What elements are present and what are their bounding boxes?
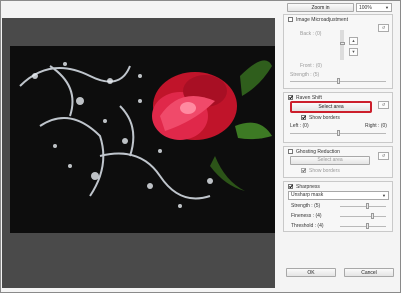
raven-left-label: Left : (0) [290, 123, 309, 129]
raven-shift-thumb[interactable] [337, 130, 340, 136]
arrow-up-icon[interactable]: ▲ [349, 37, 358, 45]
preview-area [2, 2, 275, 288]
raven-reset-icon[interactable]: ↺ [378, 101, 389, 109]
chevron-down-icon: ▼ [385, 5, 389, 10]
sharpness-checkbox[interactable] [288, 184, 293, 189]
front-label: Front : (0) [300, 63, 322, 69]
ghost-select-area-button[interactable]: Select area [290, 156, 370, 165]
raven-shift-checkbox[interactable] [288, 95, 293, 100]
sharpness-label: Sharpness [296, 184, 320, 190]
preview-top-strip [2, 2, 275, 18]
ghosting-reset-icon[interactable]: ↺ [378, 152, 389, 160]
sharp-threshold-slider[interactable] [340, 226, 386, 227]
cancel-button[interactable]: Cancel [344, 268, 394, 277]
zoom-level-value: 100% [359, 5, 372, 11]
zoom-in-button[interactable]: Zoom in [287, 3, 354, 12]
sharpness-mode-value: Unsharp mask [291, 192, 324, 198]
microadjustment-checkbox[interactable] [288, 17, 293, 22]
sharp-strength-slider[interactable] [340, 206, 386, 207]
ghost-show-borders-checkbox[interactable] [301, 168, 306, 173]
ghost-show-borders-label: Show borders [309, 168, 340, 174]
ok-button[interactable]: OK [286, 268, 336, 277]
microadjustment-reset-icon[interactable]: ↺ [378, 24, 389, 32]
sharp-strength-label: Strength : (5) [291, 203, 321, 209]
sharp-strength-thumb[interactable] [366, 203, 369, 209]
depth-slider-track[interactable] [340, 30, 344, 60]
preview-image[interactable] [10, 46, 275, 233]
rose-water-photo [10, 46, 275, 233]
sharp-threshold-thumb[interactable] [366, 223, 369, 229]
back-label: Back : (0) [300, 31, 322, 37]
micro-strength-label: Strength : (5) [290, 72, 320, 78]
zoom-level-select[interactable]: 100% ▼ [356, 3, 392, 12]
raven-show-borders-label: Show borders [309, 115, 340, 121]
ghosting-label: Ghosting Reduction [296, 149, 340, 155]
sharp-fineness-thumb[interactable] [371, 213, 374, 219]
microadjustment-label: Image Microadjustment [296, 17, 348, 23]
sharp-fineness-slider[interactable] [340, 216, 386, 217]
raven-right-label: Right : (0) [365, 123, 387, 129]
micro-strength-thumb[interactable] [337, 78, 340, 84]
raven-show-borders-checkbox[interactable] [301, 115, 306, 120]
chevron-down-icon: ▼ [382, 193, 386, 198]
sharp-fineness-label: Fineness : (4) [291, 213, 322, 219]
raven-select-area-button[interactable]: Select area [290, 101, 372, 113]
ghosting-checkbox[interactable] [288, 149, 293, 154]
sharpness-mode-select[interactable]: Unsharp mask ▼ [288, 191, 389, 200]
arrow-down-icon[interactable]: ▼ [349, 48, 358, 56]
sharp-threshold-label: Threshold : (4) [291, 223, 324, 229]
depth-slider-thumb[interactable] [340, 42, 345, 45]
